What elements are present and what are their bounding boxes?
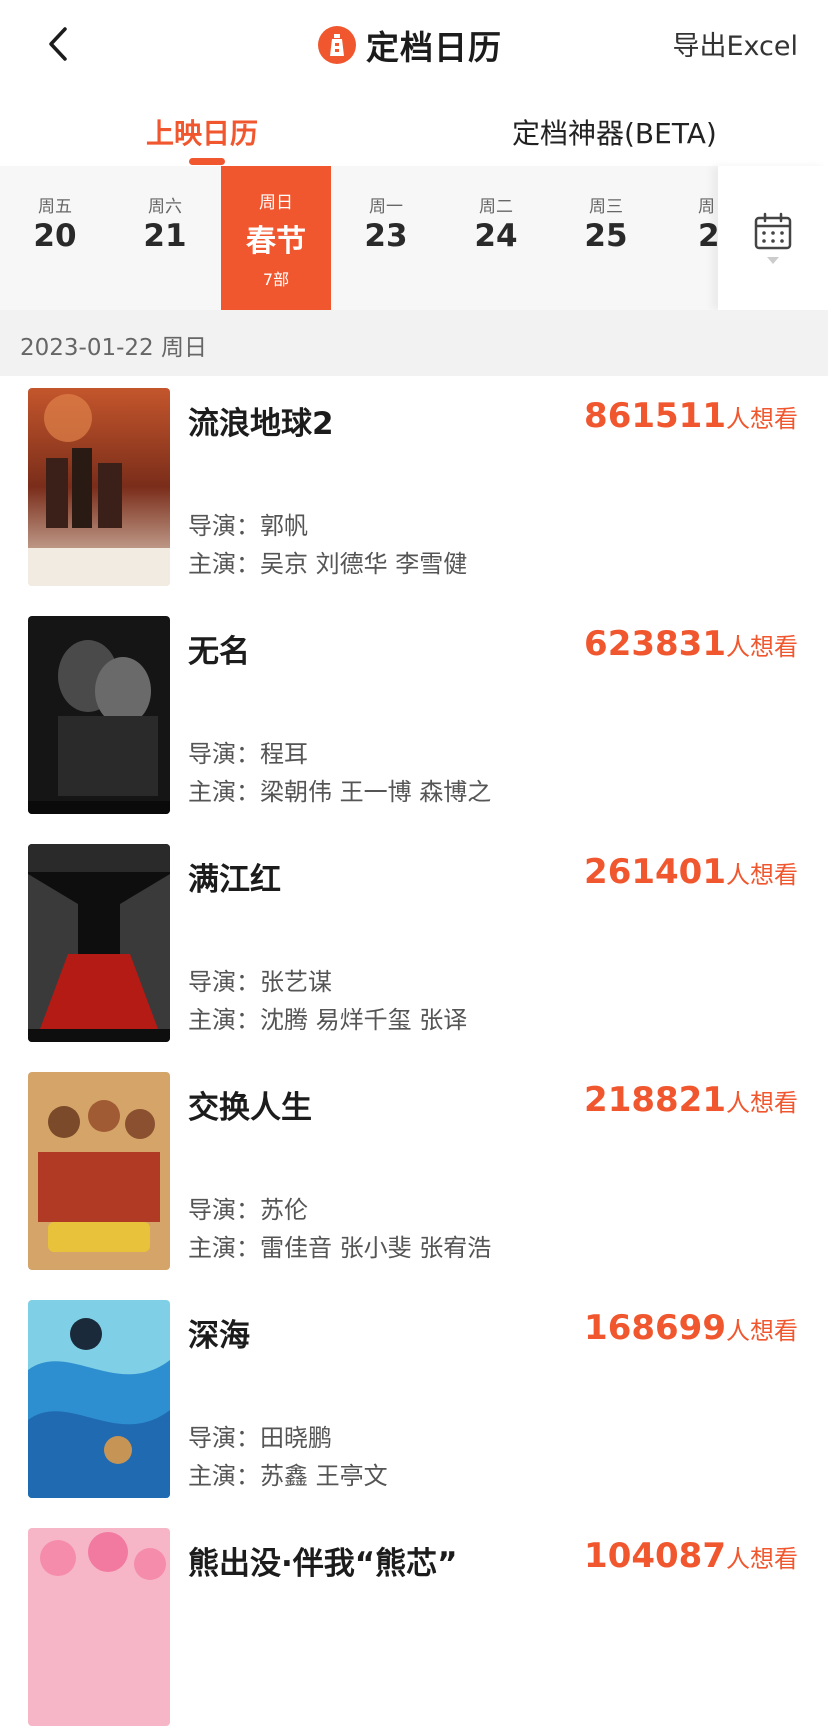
want-to-see-value: 261401 xyxy=(584,852,726,892)
movie-title[interactable]: 流浪地球2 xyxy=(188,398,334,443)
date-header-label: 2023-01-22 周日 xyxy=(20,335,207,361)
movie-director: 导演：郭帆 xyxy=(188,512,308,540)
day-item[interactable]: 周三 25 xyxy=(551,166,661,310)
calendar-picker-button[interactable] xyxy=(718,166,828,310)
day-date: 春节 xyxy=(246,224,306,259)
movie-title[interactable]: 满江红 xyxy=(188,854,281,899)
movie-title[interactable]: 深海 xyxy=(188,1310,250,1355)
day-weekday: 周一 xyxy=(369,197,403,217)
movie-title[interactable]: 无名 xyxy=(188,626,250,671)
back-button[interactable] xyxy=(36,20,80,68)
page-title: 定档日历 xyxy=(366,28,502,67)
movie-director: 导演：程耳 xyxy=(188,740,308,768)
want-to-see-unit: 人想看 xyxy=(726,1317,798,1345)
movie-poster[interactable] xyxy=(28,388,170,586)
day-date: 23 xyxy=(364,218,408,254)
day-date: 20 xyxy=(33,218,77,254)
movie-item[interactable]: 深海 168699人想看 导演：田晓鹏 主演：苏鑫 王亭文 xyxy=(0,1288,828,1498)
day-date: 24 xyxy=(474,218,518,254)
want-to-see-unit: 人想看 xyxy=(726,861,798,889)
movie-title[interactable]: 熊出没·伴我“熊芯” xyxy=(188,1538,458,1583)
movie-cast: 主演：梁朝伟 王一博 森博之 xyxy=(188,778,492,806)
tab-bar: 上映日历 定档神器(BETA) xyxy=(0,100,828,166)
day-weekday: 周二 xyxy=(479,197,513,217)
want-to-see-value: 168699 xyxy=(584,1308,726,1348)
want-to-see-count: 104087人想看 xyxy=(584,1536,798,1576)
movie-item[interactable]: 交换人生 218821人想看 导演：苏伦 主演：雷佳音 张小斐 张宥浩 xyxy=(0,1060,828,1270)
day-date: 25 xyxy=(584,218,628,254)
day-item-selected[interactable]: 周日 春节 7部 xyxy=(221,166,331,310)
day-item[interactable]: 周一 23 xyxy=(331,166,441,310)
want-to-see-count: 861511人想看 xyxy=(584,396,798,436)
want-to-see-value: 623831 xyxy=(584,624,726,664)
chevron-left-icon xyxy=(49,27,67,61)
day-item[interactable]: 周五 20 xyxy=(0,166,110,310)
date-strip: 周五 20 周六 21 周日 春节 7部 周一 23 周二 24 周三 25 周… xyxy=(0,166,828,310)
day-weekday: 周 xyxy=(698,197,715,217)
day-item[interactable]: 周六 21 xyxy=(110,166,220,310)
tab-release-calendar[interactable]: 上映日历 xyxy=(146,112,258,152)
export-excel-button[interactable]: 导出Excel xyxy=(672,24,798,63)
movie-item[interactable]: 熊出没·伴我“熊芯” 104087人想看 xyxy=(0,1516,828,1726)
want-to-see-unit: 人想看 xyxy=(726,633,798,661)
movie-director: 导演：苏伦 xyxy=(188,1196,308,1224)
movie-poster[interactable] xyxy=(28,1528,170,1726)
want-to-see-count: 261401人想看 xyxy=(584,852,798,892)
want-to-see-unit: 人想看 xyxy=(726,405,798,433)
day-date: 2 xyxy=(698,218,720,254)
caret-down-icon xyxy=(767,257,779,264)
want-to-see-unit: 人想看 xyxy=(726,1545,798,1573)
want-to-see-value: 218821 xyxy=(584,1080,726,1120)
movie-poster[interactable] xyxy=(28,1072,170,1270)
tab-schedule-tool[interactable]: 定档神器(BETA) xyxy=(512,112,717,152)
active-tab-indicator xyxy=(189,158,225,165)
day-movie-count: 7部 xyxy=(262,270,290,289)
movie-poster[interactable] xyxy=(28,844,170,1042)
movie-director: 导演：田晓鹏 xyxy=(188,1424,332,1452)
want-to-see-unit: 人想看 xyxy=(726,1089,798,1117)
calendar-icon xyxy=(754,212,792,250)
want-to-see-value: 861511 xyxy=(584,396,726,436)
top-bar: 定档日历 导出Excel xyxy=(0,0,828,90)
movie-item[interactable]: 无名 623831人想看 导演：程耳 主演：梁朝伟 王一博 森博之 xyxy=(0,604,828,814)
date-section-header: 2023-01-22 周日 xyxy=(0,310,828,376)
day-weekday: 周日 xyxy=(259,193,293,213)
lighthouse-icon xyxy=(318,26,356,64)
day-weekday: 周六 xyxy=(148,197,182,217)
movie-cast: 主演：沈腾 易烊千玺 张译 xyxy=(188,1006,468,1034)
movie-poster[interactable] xyxy=(28,1300,170,1498)
movie-director: 导演：张艺谋 xyxy=(188,968,332,996)
movie-item[interactable]: 满江红 261401人想看 导演：张艺谋 主演：沈腾 易烊千玺 张译 xyxy=(0,832,828,1042)
day-item[interactable]: 周二 24 xyxy=(441,166,551,310)
movie-cast: 主演：雷佳音 张小斐 张宥浩 xyxy=(188,1234,492,1262)
want-to-see-count: 623831人想看 xyxy=(584,624,798,664)
day-weekday: 周五 xyxy=(38,197,72,217)
movie-title[interactable]: 交换人生 xyxy=(188,1082,312,1127)
movie-poster[interactable] xyxy=(28,616,170,814)
want-to-see-count: 168699人想看 xyxy=(584,1308,798,1348)
page-title-group: 定档日历 xyxy=(318,18,502,72)
movie-item[interactable]: 流浪地球2 861511人想看 导演：郭帆 主演：吴京 刘德华 李雪健 xyxy=(0,376,828,586)
day-date: 21 xyxy=(143,218,187,254)
movie-cast: 主演：苏鑫 王亭文 xyxy=(188,1462,388,1490)
movie-cast: 主演：吴京 刘德华 李雪健 xyxy=(188,550,468,578)
day-weekday: 周三 xyxy=(589,197,623,217)
want-to-see-value: 104087 xyxy=(584,1536,726,1576)
want-to-see-count: 218821人想看 xyxy=(584,1080,798,1120)
